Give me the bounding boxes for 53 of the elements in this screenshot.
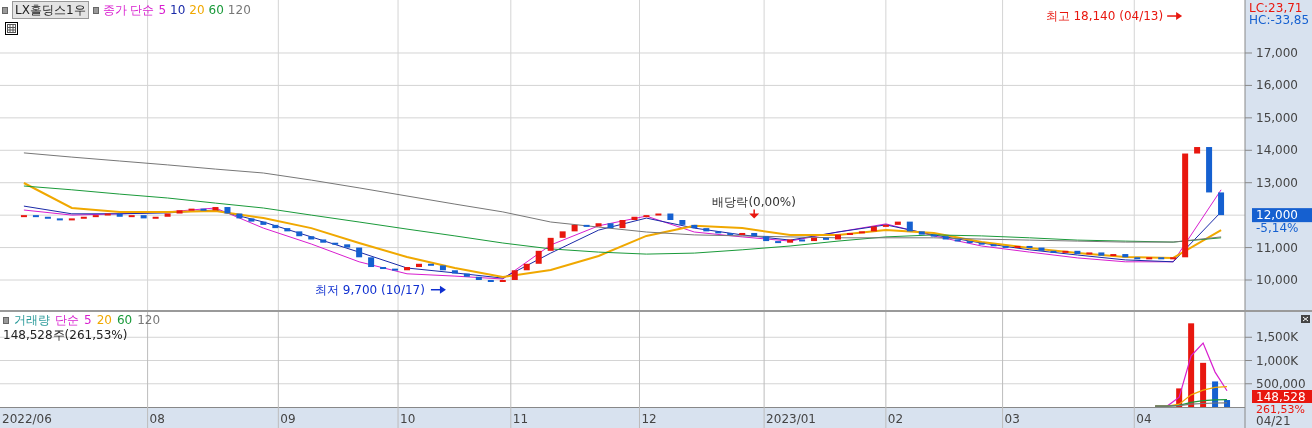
legend-period: 10 [170, 2, 186, 18]
low-price-label: 최저 9,700 (10/17) [315, 282, 425, 297]
date-axis-label: 09 [280, 412, 296, 426]
price-axis-label: 10,000 [1256, 273, 1298, 287]
volume-bar [1176, 388, 1183, 407]
volume-axis-label: 1,000K [1256, 353, 1299, 368]
legend-period: 20 [96, 313, 112, 328]
date-axis-label: 03 [1004, 412, 1020, 426]
bullet-icon [2, 6, 8, 14]
price-axis-label: 13,000 [1256, 175, 1298, 190]
volume-bar [1224, 400, 1231, 407]
legend-period: 60 [116, 313, 133, 328]
volume-axis-label: 500,000 [1256, 376, 1306, 391]
hc-value: HC:-33,85 [1249, 13, 1310, 27]
date-axis-label: 11 [512, 412, 529, 426]
bullet-icon [3, 317, 9, 324]
bullet-icon [92, 6, 99, 14]
date-axis-label: 10 [400, 412, 416, 426]
legend-period: 120 [137, 313, 161, 328]
legend-title: 종가 단순 [102, 2, 155, 18]
date-axis-label: 2023/01 [766, 412, 816, 426]
volume-bar [1212, 381, 1219, 407]
dividend-label: 배당락(0,00%) [712, 195, 796, 210]
current-volume-badge: 148,528 [1252, 390, 1312, 404]
date-axis-label: 08 [149, 412, 165, 426]
price-axis-label: 15,000 [1256, 110, 1298, 125]
legend-title: 거래량 [14, 313, 50, 328]
legend-period: 120 [227, 2, 251, 18]
price-axis-label: 17,000 [1256, 46, 1298, 60]
legend-subtitle: 단순 [55, 313, 79, 328]
price-change: -5,14% [1256, 221, 1299, 236]
volume-summary: 148,528주(261,53%) [3, 328, 129, 343]
current-price-badge: 12,000 [1252, 208, 1312, 223]
symbol-box[interactable]: LX홀딩스1우 [12, 1, 89, 19]
volume-bar [1200, 362, 1207, 407]
expand-icon[interactable] [1301, 315, 1310, 323]
date-axis-label: 04 [1136, 412, 1152, 426]
date-axis-label: 04/21 [1256, 414, 1291, 428]
date-axis-label: 02 [887, 412, 904, 426]
volume-ratio: 261,53% [1256, 403, 1305, 416]
table-icon[interactable] [5, 22, 18, 35]
volume-axis-label: 1,500K [1256, 330, 1299, 345]
legend-period: 60 [208, 2, 224, 18]
date-axis-label: 2022/06 [2, 412, 52, 426]
price-axis-label: 14,000 [1256, 143, 1298, 158]
date-axis-label: 12 [641, 412, 657, 426]
legend-period: 20 [189, 2, 205, 18]
lc-value: LC:23,71 [1249, 1, 1303, 15]
high-price-label: 최고 18,140 (04/13) [1045, 9, 1164, 23]
price-axis-label: 16,000 [1256, 78, 1298, 93]
legend-period: 5 [84, 313, 92, 328]
legend-period: 5 [158, 2, 166, 18]
price-axis-label: 11,000 [1256, 240, 1298, 255]
